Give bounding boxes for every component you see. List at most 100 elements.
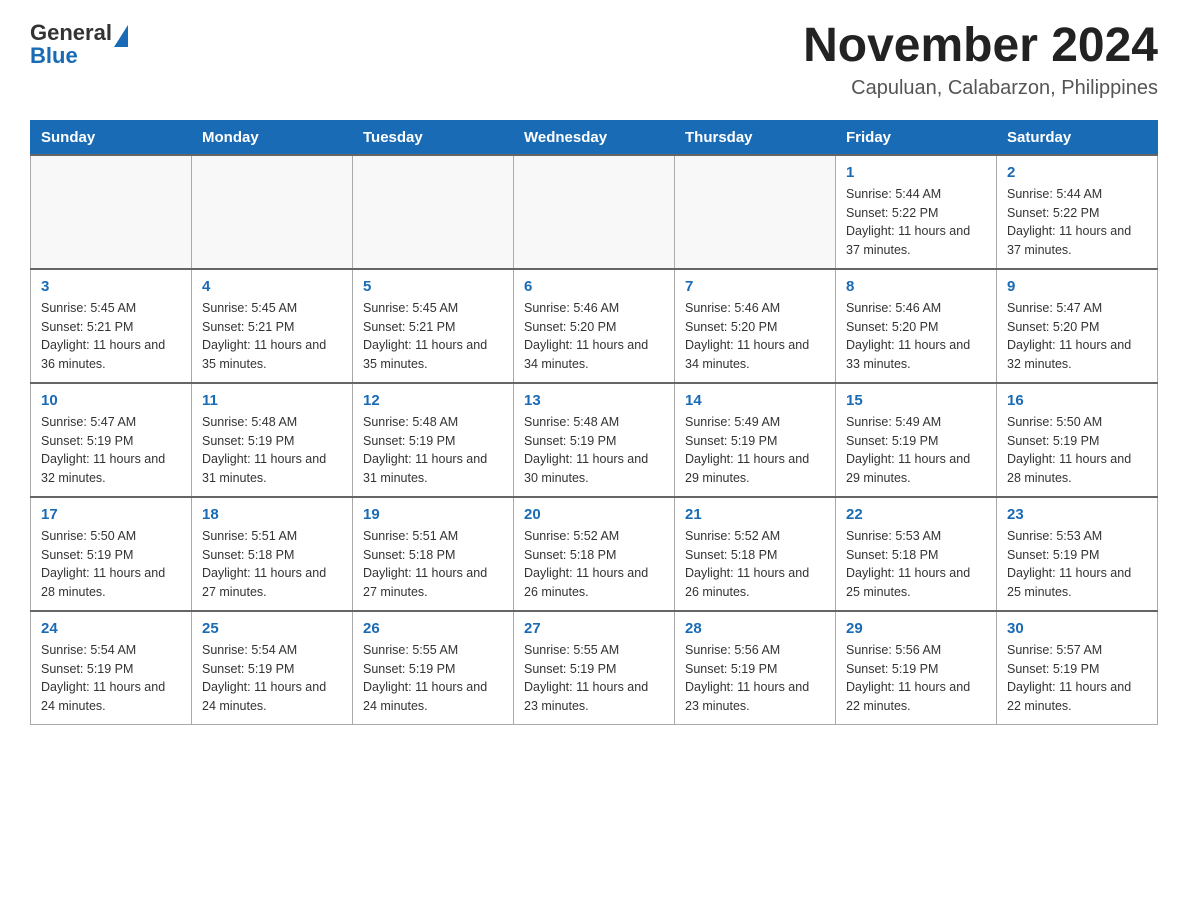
calendar-cell [675, 155, 836, 269]
calendar-cell: 17 Sunrise: 5:50 AMSunset: 5:19 PMDayligh… [31, 497, 192, 611]
day-info: Sunrise: 5:55 AMSunset: 5:19 PMDaylight:… [524, 641, 664, 716]
day-info: Sunrise: 5:46 AMSunset: 5:20 PMDaylight:… [685, 299, 825, 374]
calendar-cell: 28Sunrise: 5:56 AMSunset: 5:19 PMDayligh… [675, 611, 836, 725]
day-number: 3 [41, 278, 181, 295]
day-number: 18 [202, 506, 342, 523]
day-info: Sunrise: 5:46 AMSunset: 5:20 PMDaylight:… [846, 299, 986, 374]
calendar-cell: 29 Sunrise: 5:56 AMSunset: 5:19 PMDayligh… [836, 611, 997, 725]
day-number: 30 [1007, 620, 1147, 637]
day-number: 24 [41, 620, 181, 637]
day-number: 23 [1007, 506, 1147, 523]
calendar-cell: 30 Sunrise: 5:57 AMSunset: 5:19 PMDayligh… [997, 611, 1158, 725]
day-info: Sunrise: 5:53 AMSunset: 5:19 PMDaylight:… [1007, 527, 1147, 602]
day-number: 20 [524, 506, 664, 523]
day-number: 7 [685, 278, 825, 295]
day-info: Sunrise: 5:51 AMSunset: 5:18 PMDaylight:… [363, 527, 503, 602]
day-number: 5 [363, 278, 503, 295]
day-number: 17 [41, 506, 181, 523]
day-info: Sunrise: 5:51 AMSunset: 5:18 PMDaylight:… [202, 527, 342, 602]
day-info: Sunrise: 5:56 AMSunset: 5:19 PMDaylight:… [846, 641, 986, 716]
calendar-cell: 9 Sunrise: 5:47 AMSunset: 5:20 PMDaylight… [997, 269, 1158, 383]
calendar-cell: 16 Sunrise: 5:50 AMSunset: 5:19 PMDayligh… [997, 383, 1158, 497]
day-info: Sunrise: 5:50 AMSunset: 5:19 PMDaylight:… [1007, 413, 1147, 488]
day-info: Sunrise: 5:46 AMSunset: 5:20 PMDaylight:… [524, 299, 664, 374]
day-info: Sunrise: 5:57 AMSunset: 5:19 PMDaylight:… [1007, 641, 1147, 716]
day-info: Sunrise: 5:47 AMSunset: 5:19 PMDaylight:… [41, 413, 181, 488]
calendar-title: November 2024 [803, 20, 1158, 73]
calendar-cell: 27 Sunrise: 5:55 AMSunset: 5:19 PMDayligh… [514, 611, 675, 725]
calendar-cell: 4 Sunrise: 5:45 AMSunset: 5:21 PMDaylight… [192, 269, 353, 383]
week-row-5: 24Sunrise: 5:54 AMSunset: 5:19 PMDayligh… [31, 611, 1158, 725]
day-info: Sunrise: 5:45 AMSunset: 5:21 PMDaylight:… [363, 299, 503, 374]
week-row-4: 17 Sunrise: 5:50 AMSunset: 5:19 PMDayligh… [31, 497, 1158, 611]
calendar-cell [353, 155, 514, 269]
day-info: Sunrise: 5:49 AMSunset: 5:19 PMDaylight:… [685, 413, 825, 488]
calendar-cell [192, 155, 353, 269]
calendar-cell: 19 Sunrise: 5:51 AMSunset: 5:18 PMDayligh… [353, 497, 514, 611]
day-header-saturday: Saturday [997, 120, 1158, 155]
calendar-cell: 24Sunrise: 5:54 AMSunset: 5:19 PMDayligh… [31, 611, 192, 725]
calendar-cell: 13 Sunrise: 5:48 AMSunset: 5:19 PMDayligh… [514, 383, 675, 497]
day-info: Sunrise: 5:55 AMSunset: 5:19 PMDaylight:… [363, 641, 503, 716]
day-number: 26 [363, 620, 503, 637]
day-number: 29 [846, 620, 986, 637]
day-info: Sunrise: 5:49 AMSunset: 5:19 PMDaylight:… [846, 413, 986, 488]
day-number: 16 [1007, 392, 1147, 409]
day-number: 13 [524, 392, 664, 409]
day-number: 11 [202, 392, 342, 409]
calendar-cell: 15 Sunrise: 5:49 AMSunset: 5:19 PMDayligh… [836, 383, 997, 497]
day-number: 28 [685, 620, 825, 637]
day-number: 22 [846, 506, 986, 523]
day-number: 4 [202, 278, 342, 295]
calendar-cell: 7 Sunrise: 5:46 AMSunset: 5:20 PMDaylight… [675, 269, 836, 383]
logo-triangle-icon [114, 25, 128, 47]
calendar-header-row: SundayMondayTuesdayWednesdayThursdayFrid… [31, 120, 1158, 155]
day-header-thursday: Thursday [675, 120, 836, 155]
day-info: Sunrise: 5:47 AMSunset: 5:20 PMDaylight:… [1007, 299, 1147, 374]
day-number: 14 [685, 392, 825, 409]
week-row-1: 1Sunrise: 5:44 AMSunset: 5:22 PMDaylight… [31, 155, 1158, 269]
day-info: Sunrise: 5:48 AMSunset: 5:19 PMDaylight:… [524, 413, 664, 488]
day-info: Sunrise: 5:53 AMSunset: 5:18 PMDaylight:… [846, 527, 986, 602]
calendar-cell: 11 Sunrise: 5:48 AMSunset: 5:19 PMDayligh… [192, 383, 353, 497]
calendar-cell: 20 Sunrise: 5:52 AMSunset: 5:18 PMDayligh… [514, 497, 675, 611]
calendar-cell: 18 Sunrise: 5:51 AMSunset: 5:18 PMDayligh… [192, 497, 353, 611]
day-number: 10 [41, 392, 181, 409]
calendar-cell: 22 Sunrise: 5:53 AMSunset: 5:18 PMDayligh… [836, 497, 997, 611]
calendar-cell: 1Sunrise: 5:44 AMSunset: 5:22 PMDaylight… [836, 155, 997, 269]
day-info: Sunrise: 5:44 AMSunset: 5:22 PMDaylight:… [846, 185, 986, 260]
calendar-cell: 14 Sunrise: 5:49 AMSunset: 5:19 PMDayligh… [675, 383, 836, 497]
logo: General Blue [30, 20, 128, 69]
day-info: Sunrise: 5:50 AMSunset: 5:19 PMDaylight:… [41, 527, 181, 602]
day-header-wednesday: Wednesday [514, 120, 675, 155]
calendar-cell: 26 Sunrise: 5:55 AMSunset: 5:19 PMDayligh… [353, 611, 514, 725]
calendar-cell [514, 155, 675, 269]
day-info: Sunrise: 5:44 AMSunset: 5:22 PMDaylight:… [1007, 185, 1147, 260]
calendar-cell: 25Sunrise: 5:54 AMSunset: 5:19 PMDayligh… [192, 611, 353, 725]
day-number: 27 [524, 620, 664, 637]
day-header-friday: Friday [836, 120, 997, 155]
day-number: 6 [524, 278, 664, 295]
day-header-monday: Monday [192, 120, 353, 155]
day-info: Sunrise: 5:45 AMSunset: 5:21 PMDaylight:… [202, 299, 342, 374]
day-info: Sunrise: 5:48 AMSunset: 5:19 PMDaylight:… [202, 413, 342, 488]
day-header-tuesday: Tuesday [353, 120, 514, 155]
calendar-cell: 5 Sunrise: 5:45 AMSunset: 5:21 PMDaylight… [353, 269, 514, 383]
day-number: 25 [202, 620, 342, 637]
title-block: November 2024 Capuluan, Calabarzon, Phil… [803, 20, 1158, 100]
day-number: 2 [1007, 164, 1147, 181]
day-number: 19 [363, 506, 503, 523]
day-number: 9 [1007, 278, 1147, 295]
calendar-table: SundayMondayTuesdayWednesdayThursdayFrid… [30, 120, 1158, 725]
calendar-cell: 3 Sunrise: 5:45 AMSunset: 5:21 PMDaylight… [31, 269, 192, 383]
week-row-2: 3 Sunrise: 5:45 AMSunset: 5:21 PMDaylight… [31, 269, 1158, 383]
day-header-sunday: Sunday [31, 120, 192, 155]
day-info: Sunrise: 5:52 AMSunset: 5:18 PMDaylight:… [524, 527, 664, 602]
week-row-3: 10 Sunrise: 5:47 AMSunset: 5:19 PMDayligh… [31, 383, 1158, 497]
calendar-cell: 23 Sunrise: 5:53 AMSunset: 5:19 PMDayligh… [997, 497, 1158, 611]
day-number: 15 [846, 392, 986, 409]
calendar-cell: 10 Sunrise: 5:47 AMSunset: 5:19 PMDayligh… [31, 383, 192, 497]
calendar-cell: 8Sunrise: 5:46 AMSunset: 5:20 PMDaylight… [836, 269, 997, 383]
calendar-cell: 21Sunrise: 5:52 AMSunset: 5:18 PMDayligh… [675, 497, 836, 611]
day-info: Sunrise: 5:45 AMSunset: 5:21 PMDaylight:… [41, 299, 181, 374]
